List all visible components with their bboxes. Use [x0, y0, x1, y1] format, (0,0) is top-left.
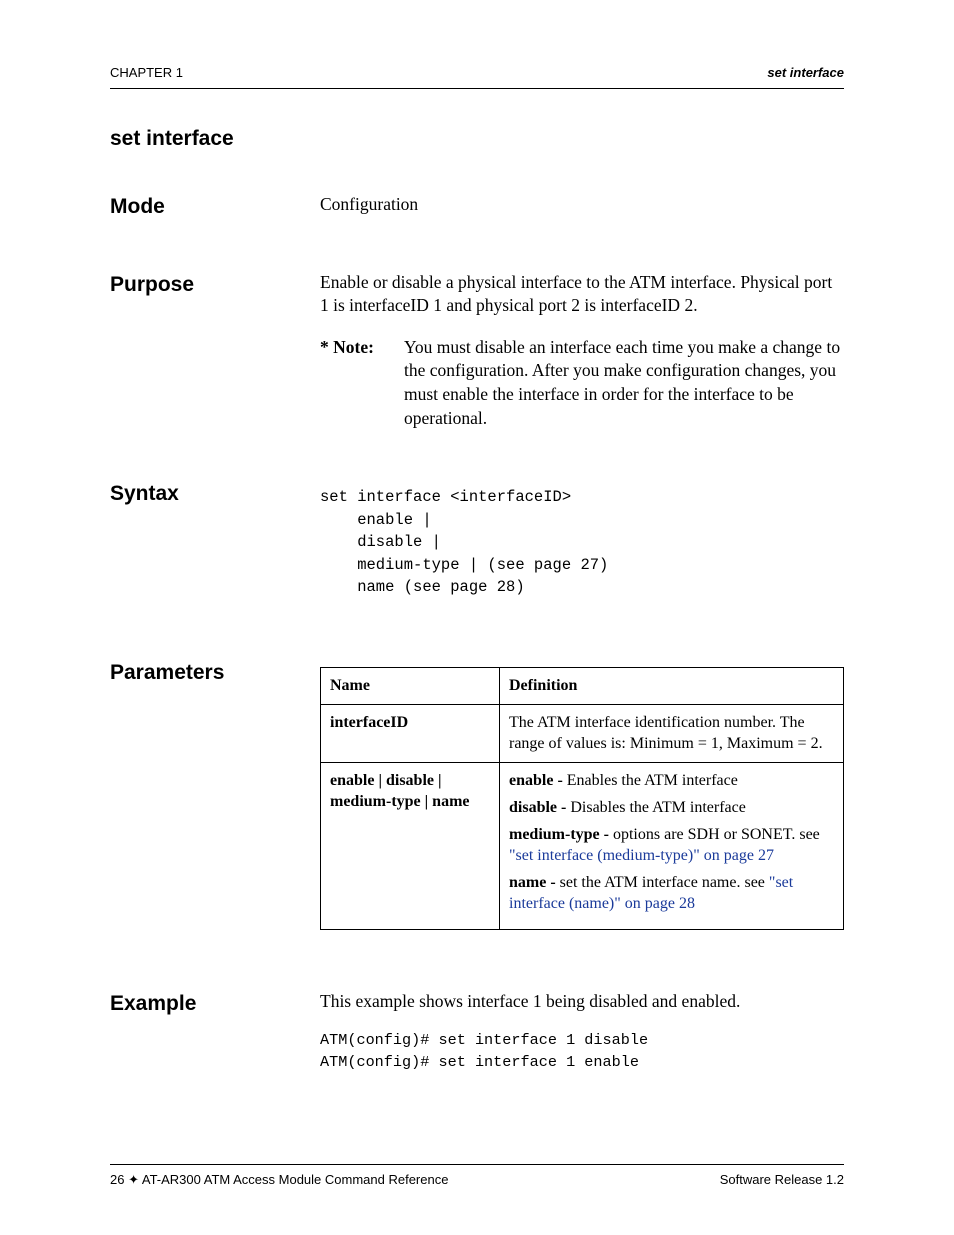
label-example: Example — [110, 990, 320, 1074]
page: CHAPTER 1 set interface set interface Mo… — [0, 0, 954, 1235]
parameters-table: Name Definition interfaceID The ATM inte… — [320, 667, 844, 930]
table-row: interfaceID The ATM interface identifica… — [321, 704, 844, 762]
mode-text: Configuration — [320, 193, 844, 217]
row-mode: Mode Configuration — [110, 193, 844, 231]
header-left: CHAPTER 1 — [110, 64, 183, 82]
header-right: set interface — [767, 64, 844, 82]
header-rule: CHAPTER 1 set interface — [110, 64, 844, 89]
def-medium-type: medium-type - options are SDH or SONET. … — [509, 824, 834, 866]
row-purpose: Purpose Enable or disable a physical int… — [110, 271, 844, 441]
param-name-1: enable | disable | medium-type | name — [321, 762, 500, 929]
param-def-0: The ATM interface identification number.… — [500, 704, 844, 762]
note-block: * Note: You must disable an interface ea… — [320, 336, 844, 431]
example-code: ATM(config)# set interface 1 disable ATM… — [320, 1029, 844, 1073]
label-mode: Mode — [110, 193, 320, 231]
row-parameters: Parameters Name Definition interfaceID T… — [110, 659, 844, 950]
th-name: Name — [321, 667, 500, 704]
footer-text: 26 ✦ AT-AR300 ATM Access Module Command … — [110, 1171, 844, 1189]
syntax-code: set interface <interfaceID> enable | dis… — [320, 486, 844, 598]
def-enable: enable - Enables the ATM interface — [509, 770, 834, 791]
value-syntax: set interface <interfaceID> enable | dis… — [320, 480, 844, 618]
table-header-row: Name Definition — [321, 667, 844, 704]
footer-right: Software Release 1.2 — [720, 1171, 844, 1189]
page-title: set interface — [110, 125, 844, 153]
row-syntax: Syntax set interface <interfaceID> enabl… — [110, 480, 844, 618]
def-disable: disable - Disables the ATM interface — [509, 797, 834, 818]
running-header: CHAPTER 1 set interface — [110, 64, 844, 82]
th-definition: Definition — [500, 667, 844, 704]
page-footer: 26 ✦ AT-AR300 ATM Access Module Command … — [110, 1164, 844, 1189]
label-parameters: Parameters — [110, 659, 320, 950]
value-purpose: Enable or disable a physical interface t… — [320, 271, 844, 441]
label-purpose: Purpose — [110, 271, 320, 441]
note-body: You must disable an interface each time … — [404, 336, 844, 431]
label-syntax: Syntax — [110, 480, 320, 618]
table-row: enable | disable | medium-type | name en… — [321, 762, 844, 929]
def-name: name - set the ATM interface name. see "… — [509, 872, 834, 914]
row-example: Example This example shows interface 1 b… — [110, 990, 844, 1074]
footer-rule — [110, 1164, 844, 1165]
note-label: * Note: — [320, 336, 404, 431]
purpose-text: Enable or disable a physical interface t… — [320, 271, 844, 318]
footer-left: 26 ✦ AT-AR300 ATM Access Module Command … — [110, 1171, 448, 1189]
value-parameters: Name Definition interfaceID The ATM inte… — [320, 659, 844, 950]
param-name-0: interfaceID — [321, 704, 500, 762]
example-text: This example shows interface 1 being dis… — [320, 990, 844, 1014]
param-def-1: enable - Enables the ATM interface disab… — [500, 762, 844, 929]
value-example: This example shows interface 1 being dis… — [320, 990, 844, 1074]
link-medium-type[interactable]: "set interface (medium-type)" on page 27 — [509, 847, 774, 864]
value-mode: Configuration — [320, 193, 844, 231]
